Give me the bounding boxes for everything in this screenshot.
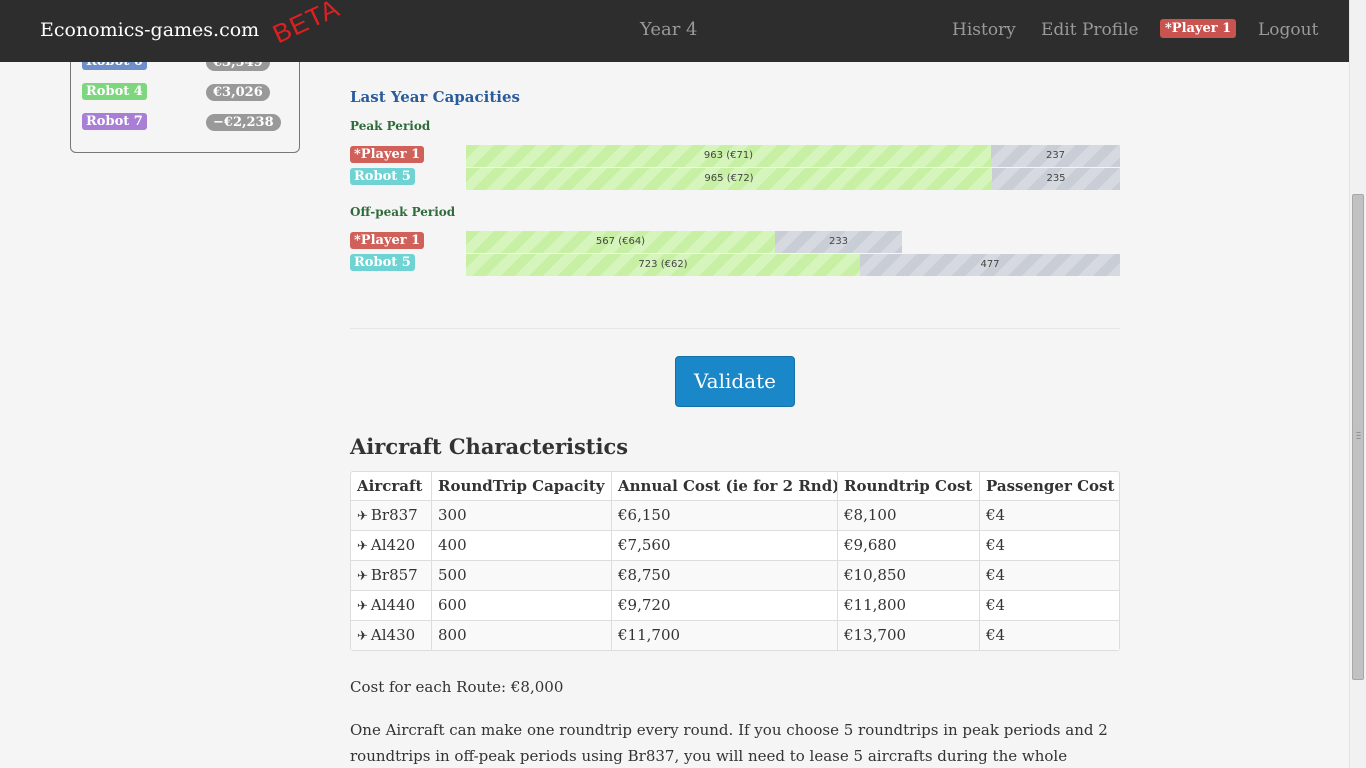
top-navbar: Economics-games.com BETA Year 4 History … xyxy=(0,0,1349,62)
table-cell: €13,700 xyxy=(837,621,979,650)
explanation-text: One Aircraft can make one roundtrip ever… xyxy=(350,721,1108,765)
column-header: Roundtrip Cost xyxy=(837,472,979,500)
column-header: RoundTrip Capacity xyxy=(431,472,611,500)
edit-profile-link[interactable]: Edit Profile xyxy=(1041,20,1139,40)
section-divider xyxy=(350,328,1120,329)
capacity-empty-segment: 233 xyxy=(775,231,902,253)
leaderboard-row: Robot 7 −€2,238 xyxy=(82,113,282,131)
aircraft-cell: ✈ Br837 xyxy=(351,501,431,530)
airplane-icon: ✈ xyxy=(357,509,368,524)
airplane-icon: ✈ xyxy=(357,539,368,554)
current-year-label: Year 4 xyxy=(640,19,698,40)
table-cell: €4 xyxy=(979,591,1121,620)
peak-player-label: *Player 1 xyxy=(350,146,425,163)
table-cell: €8,750 xyxy=(611,561,837,590)
table-cell: €8,100 xyxy=(837,501,979,530)
scrollbar-thumb[interactable]: – – – xyxy=(1352,194,1364,680)
aircraft-name: Al420 xyxy=(370,536,416,554)
aircraft-cell: ✈ Al430 xyxy=(351,621,431,650)
table-cell: €6,150 xyxy=(611,501,837,530)
table-cell: 300 xyxy=(431,501,611,530)
table-row: ✈ Al440 600 €9,720 €11,800 €4 xyxy=(351,590,1119,620)
table-cell: 600 xyxy=(431,591,611,620)
table-cell: €4 xyxy=(979,561,1121,590)
table-cell: 400 xyxy=(431,531,611,560)
table-cell: €11,700 xyxy=(611,621,837,650)
capacity-empty-segment: 237 xyxy=(991,145,1120,167)
aircraft-name: Al440 xyxy=(370,596,416,614)
table-cell: 500 xyxy=(431,561,611,590)
table-cell: €7,560 xyxy=(611,531,837,560)
leaderboard-amount: −€2,238 xyxy=(206,114,281,131)
table-row: ✈ Br837 300 €6,150 €8,100 €4 xyxy=(351,500,1119,530)
capacity-empty-segment: 477 xyxy=(860,254,1120,276)
capacity-filled-segment: 723 (€62) xyxy=(466,254,860,276)
logout-link[interactable]: Logout xyxy=(1258,20,1318,40)
table-row: ✈ Al430 800 €11,700 €13,700 €4 xyxy=(351,620,1119,650)
grip-icon: – – – xyxy=(1356,427,1361,444)
aircraft-characteristics-title: Aircraft Characteristics xyxy=(350,434,629,459)
aircraft-table: Aircraft RoundTrip Capacity Annual Cost … xyxy=(350,471,1120,651)
capacities-title: Last Year Capacities xyxy=(350,88,520,106)
table-cell: €9,720 xyxy=(611,591,837,620)
aircraft-cell: ✈ Al420 xyxy=(351,531,431,560)
site-brand-link[interactable]: Economics-games.com xyxy=(40,19,259,41)
table-cell: 800 xyxy=(431,621,611,650)
aircraft-name: Br857 xyxy=(370,566,418,584)
aircraft-name: Al430 xyxy=(370,626,416,644)
capacity-empty-segment: 235 xyxy=(992,168,1120,190)
capacity-filled-segment: 965 (€72) xyxy=(466,168,992,190)
offpeak-period-title: Off-peak Period xyxy=(350,205,456,219)
table-row: ✈ Al420 400 €7,560 €9,680 €4 xyxy=(351,530,1119,560)
column-header: Aircraft xyxy=(357,477,423,495)
route-cost-text: Cost for each Route: €8,000 xyxy=(350,678,564,696)
table-cell: €10,850 xyxy=(837,561,979,590)
aircraft-cell: ✈ Br857 xyxy=(351,561,431,590)
player-badge[interactable]: *Player 1 xyxy=(1160,19,1237,38)
peak-period-title: Peak Period xyxy=(350,119,431,133)
offpeak-robot-label: Robot 5 xyxy=(350,254,415,271)
column-header: Passenger Cost xyxy=(979,472,1121,500)
table-cell: €11,800 xyxy=(837,591,979,620)
capacity-filled-segment: 963 (€71) xyxy=(466,145,991,167)
beta-stamp: BETA xyxy=(268,0,345,50)
leaderboard-name: Robot 4 xyxy=(82,83,147,100)
airplane-icon: ✈ xyxy=(357,629,368,644)
airplane-icon: ✈ xyxy=(357,599,368,614)
table-cell: €4 xyxy=(979,531,1121,560)
aircraft-cell: ✈ Al440 xyxy=(351,591,431,620)
table-row: ✈ Br857 500 €8,750 €10,850 €4 xyxy=(351,560,1119,590)
column-header: Annual Cost (ie for 2 Rnd) xyxy=(611,472,839,500)
leaderboard-amount: €3,026 xyxy=(206,84,270,101)
history-link[interactable]: History xyxy=(952,20,1016,40)
airplane-icon: ✈ xyxy=(357,569,368,584)
aircraft-name: Br837 xyxy=(370,506,418,524)
capacity-filled-segment: 567 (€64) xyxy=(466,231,775,253)
peak-robot-label: Robot 5 xyxy=(350,168,415,185)
table-cell: €9,680 xyxy=(837,531,979,560)
table-cell: €4 xyxy=(979,621,1121,650)
leaderboard-row: Robot 4 €3,026 xyxy=(82,83,282,101)
page-scrollbar[interactable]: – – – xyxy=(1349,0,1366,768)
table-cell: €4 xyxy=(979,501,1121,530)
validate-button[interactable]: Validate xyxy=(675,356,795,407)
leaderboard-name: Robot 7 xyxy=(82,113,147,130)
table-header-row: Aircraft RoundTrip Capacity Annual Cost … xyxy=(351,472,1119,500)
offpeak-player-label: *Player 1 xyxy=(350,232,425,249)
